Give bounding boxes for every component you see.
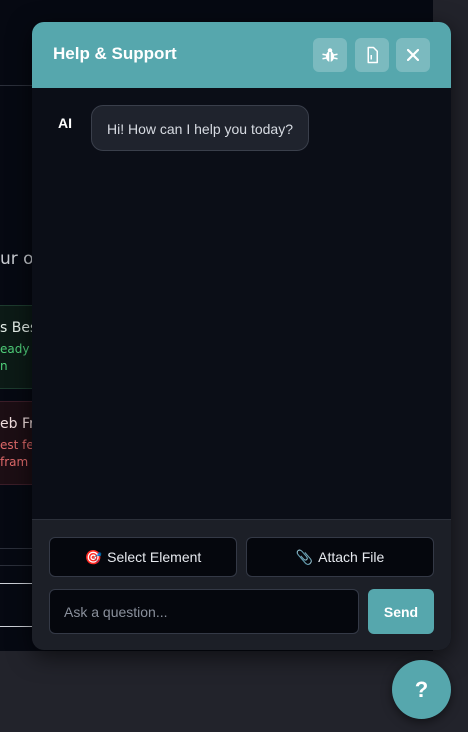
send-button[interactable]: Send [368, 589, 434, 634]
close-icon [407, 49, 419, 61]
bug-icon [322, 48, 338, 62]
document-icon [367, 46, 378, 64]
panel-title: Help & Support [53, 44, 177, 63]
close-button[interactable] [396, 38, 430, 72]
select-element-label: Select Element [107, 549, 202, 565]
background-card-title: eb Fr [0, 416, 35, 432]
chat-messages [32, 88, 451, 519]
report-bug-button[interactable] [313, 38, 347, 72]
question-input[interactable] [49, 589, 359, 634]
attach-file-label: Attach File [318, 549, 385, 565]
help-support-panel: Help & Support AI Hi! How can I help you… [32, 22, 451, 650]
message-sender: AI [58, 115, 72, 131]
target-icon: 🎯 [84, 548, 103, 565]
chat-footer: 🎯 Select Element 📎 Attach File Send [32, 519, 451, 650]
attach-file-button[interactable]: 📎 Attach File [246, 537, 434, 577]
background-card-text: n [0, 359, 8, 373]
select-element-button[interactable]: 🎯 Select Element [49, 537, 237, 577]
background-card-text: fram [0, 455, 29, 469]
message-bubble: Hi! How can I help you today? [91, 105, 309, 151]
document-button[interactable] [355, 38, 389, 72]
help-button[interactable]: ? [392, 660, 451, 719]
panel-header: Help & Support [32, 22, 451, 88]
paperclip-icon: 📎 [295, 548, 314, 565]
